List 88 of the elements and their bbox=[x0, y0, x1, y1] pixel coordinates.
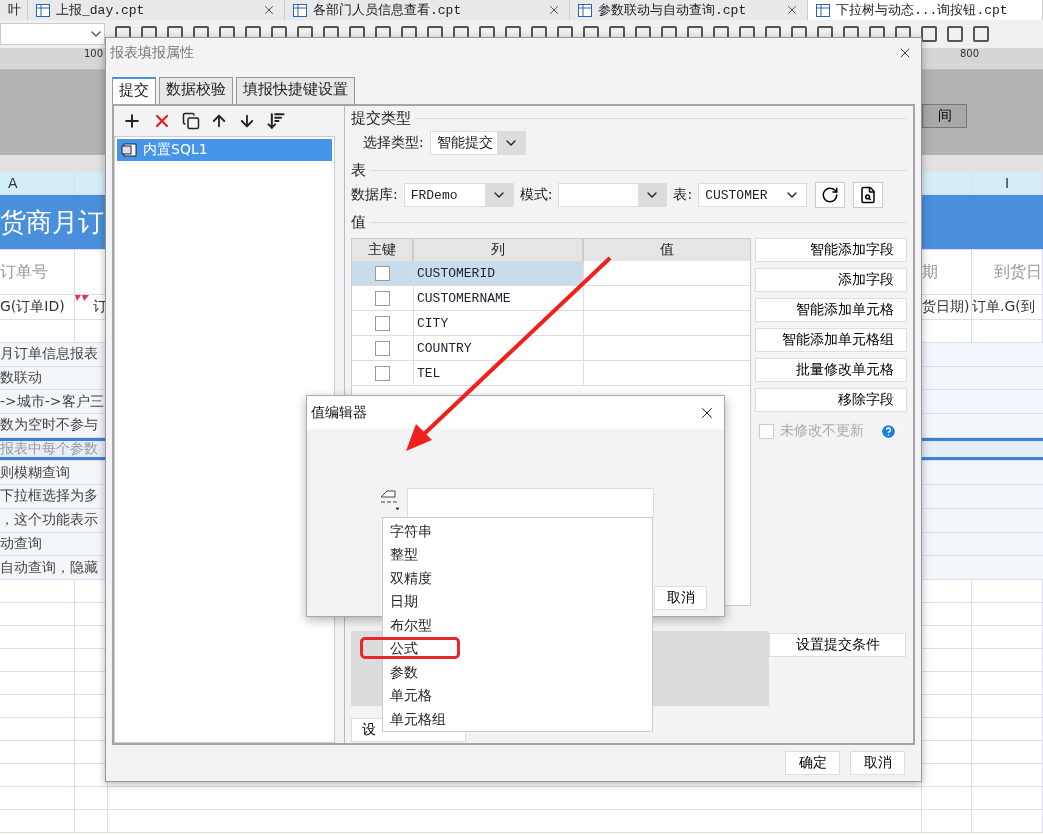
tab[interactable]: 提交 bbox=[112, 77, 156, 104]
file-tab[interactable]: 参数联动与自动查询.cpt bbox=[570, 0, 808, 20]
menu-item[interactable]: 单元格 bbox=[383, 684, 652, 708]
checkbox-label: 未修改不更新 bbox=[780, 422, 865, 440]
group-title: 表 bbox=[351, 160, 366, 180]
table-icon bbox=[121, 143, 137, 157]
checkbox[interactable] bbox=[375, 315, 390, 331]
type-dropdown[interactable]: 智能提交 bbox=[429, 131, 526, 155]
menu-item[interactable]: 双精度 bbox=[383, 567, 652, 591]
window-title: 值编辑器 bbox=[311, 403, 367, 422]
file-icon bbox=[578, 3, 592, 17]
menu-item[interactable]: 字符串 bbox=[383, 520, 652, 544]
action-button[interactable]: 移除字段 bbox=[755, 388, 907, 412]
note-text: 数联动 bbox=[0, 368, 43, 388]
add-icon[interactable] bbox=[122, 111, 142, 131]
database-dropdown[interactable]: FRDemo bbox=[403, 183, 514, 207]
value-field[interactable] bbox=[407, 488, 654, 518]
note-text: 下拉框选择为多 bbox=[0, 486, 99, 506]
menu-item[interactable]: 参数 bbox=[383, 661, 652, 685]
action-button[interactable]: 添加字段 bbox=[755, 268, 907, 292]
menu-item[interactable]: 布尔型 bbox=[383, 614, 652, 638]
note-text: 月订单信息报表 bbox=[0, 344, 99, 364]
column-header: I bbox=[972, 172, 1043, 194]
ruler-label: 100 bbox=[84, 48, 104, 59]
file-tab[interactable]: 下拉树与动态...询按钮.cpt bbox=[808, 0, 1043, 20]
checkbox[interactable] bbox=[375, 365, 390, 381]
field-label: 数据库: bbox=[351, 186, 398, 204]
table-cell: 订单号 bbox=[0, 250, 75, 294]
table-cell[interactable]: CITY bbox=[414, 311, 584, 335]
file-tab[interactable]: 叶 bbox=[0, 0, 28, 20]
note-text: 动查询 bbox=[0, 533, 43, 553]
condition-button[interactable]: 设置提交条件 bbox=[769, 633, 906, 657]
close-icon[interactable] bbox=[547, 3, 561, 17]
action-button[interactable]: 智能添加单元格 bbox=[755, 298, 907, 322]
menu-item[interactable]: 整型 bbox=[383, 543, 652, 567]
close-icon[interactable] bbox=[785, 3, 799, 17]
table-cell: 到货日 bbox=[972, 250, 1043, 294]
checkbox[interactable] bbox=[375, 265, 390, 281]
font-field[interactable] bbox=[0, 23, 105, 45]
tab[interactable]: 填报快捷键设置 bbox=[236, 77, 355, 104]
field-label: 模式: bbox=[519, 186, 553, 204]
toolbar-icon[interactable] bbox=[973, 26, 989, 42]
preview-icon bbox=[859, 186, 878, 204]
table-dropdown[interactable]: CUSTOMER bbox=[698, 183, 808, 207]
file-tab[interactable]: 上报_day.cpt bbox=[28, 0, 285, 20]
refresh-button[interactable] bbox=[815, 182, 846, 208]
table-cell[interactable]: TEL bbox=[414, 361, 584, 385]
query-button[interactable]: 间 bbox=[922, 104, 967, 128]
table-cell[interactable]: CUSTOMERID bbox=[414, 261, 584, 285]
ruler-label: 800 bbox=[959, 48, 979, 59]
table-cell: 订单.G(到 bbox=[972, 295, 1043, 319]
copy-icon[interactable] bbox=[182, 112, 200, 130]
menu-item[interactable]: 日期 bbox=[383, 590, 652, 614]
note-text: 数为空时不参与 bbox=[0, 415, 99, 435]
note-text: ->城市->客户三 bbox=[0, 391, 105, 411]
refresh-icon bbox=[821, 186, 840, 204]
column-header: A bbox=[0, 172, 75, 194]
help-icon[interactable] bbox=[880, 422, 897, 440]
sort-icon[interactable] bbox=[266, 111, 286, 131]
note-text: 则模糊查询 bbox=[0, 462, 71, 482]
checkbox[interactable] bbox=[375, 290, 390, 306]
file-tab[interactable]: 各部门人员信息查看.cpt bbox=[285, 0, 570, 20]
checkbox[interactable] bbox=[375, 340, 390, 356]
field-label: 选择类型: bbox=[363, 134, 424, 152]
preview-button[interactable] bbox=[853, 182, 884, 208]
file-icon bbox=[36, 3, 50, 17]
cancel-button[interactable]: 取消 bbox=[654, 586, 707, 610]
action-button[interactable]: 批量修改单元格 bbox=[755, 358, 907, 382]
dialog-button[interactable]: 取消 bbox=[850, 751, 905, 775]
menu-item[interactable]: 单元格组 bbox=[383, 708, 652, 732]
toolbar-icon[interactable] bbox=[947, 26, 963, 42]
note-text: 自动查询，隐藏 bbox=[0, 557, 99, 577]
file-icon bbox=[293, 3, 307, 17]
down-arrow-icon[interactable] bbox=[238, 112, 256, 130]
note-text: ，这个功能表示 bbox=[0, 510, 99, 530]
action-button[interactable]: 智能添加单元格组 bbox=[755, 328, 907, 352]
window-title: 报表填报属性 bbox=[110, 44, 194, 62]
dialog-button[interactable]: 确定 bbox=[785, 751, 840, 775]
table-cell: G(订单ID) bbox=[0, 295, 75, 319]
table-cell[interactable]: CUSTOMERNAME bbox=[414, 286, 584, 310]
table-cell[interactable]: COUNTRY bbox=[414, 336, 584, 360]
file-icon bbox=[816, 3, 830, 17]
close-icon[interactable] bbox=[262, 3, 276, 17]
action-button[interactable]: 智能添加字段 bbox=[755, 238, 907, 262]
group-title: 提交类型 bbox=[351, 108, 411, 128]
field-label: 表: bbox=[673, 186, 693, 204]
group-title: 值 bbox=[351, 212, 366, 232]
tab[interactable]: 数据校验 bbox=[159, 77, 233, 104]
